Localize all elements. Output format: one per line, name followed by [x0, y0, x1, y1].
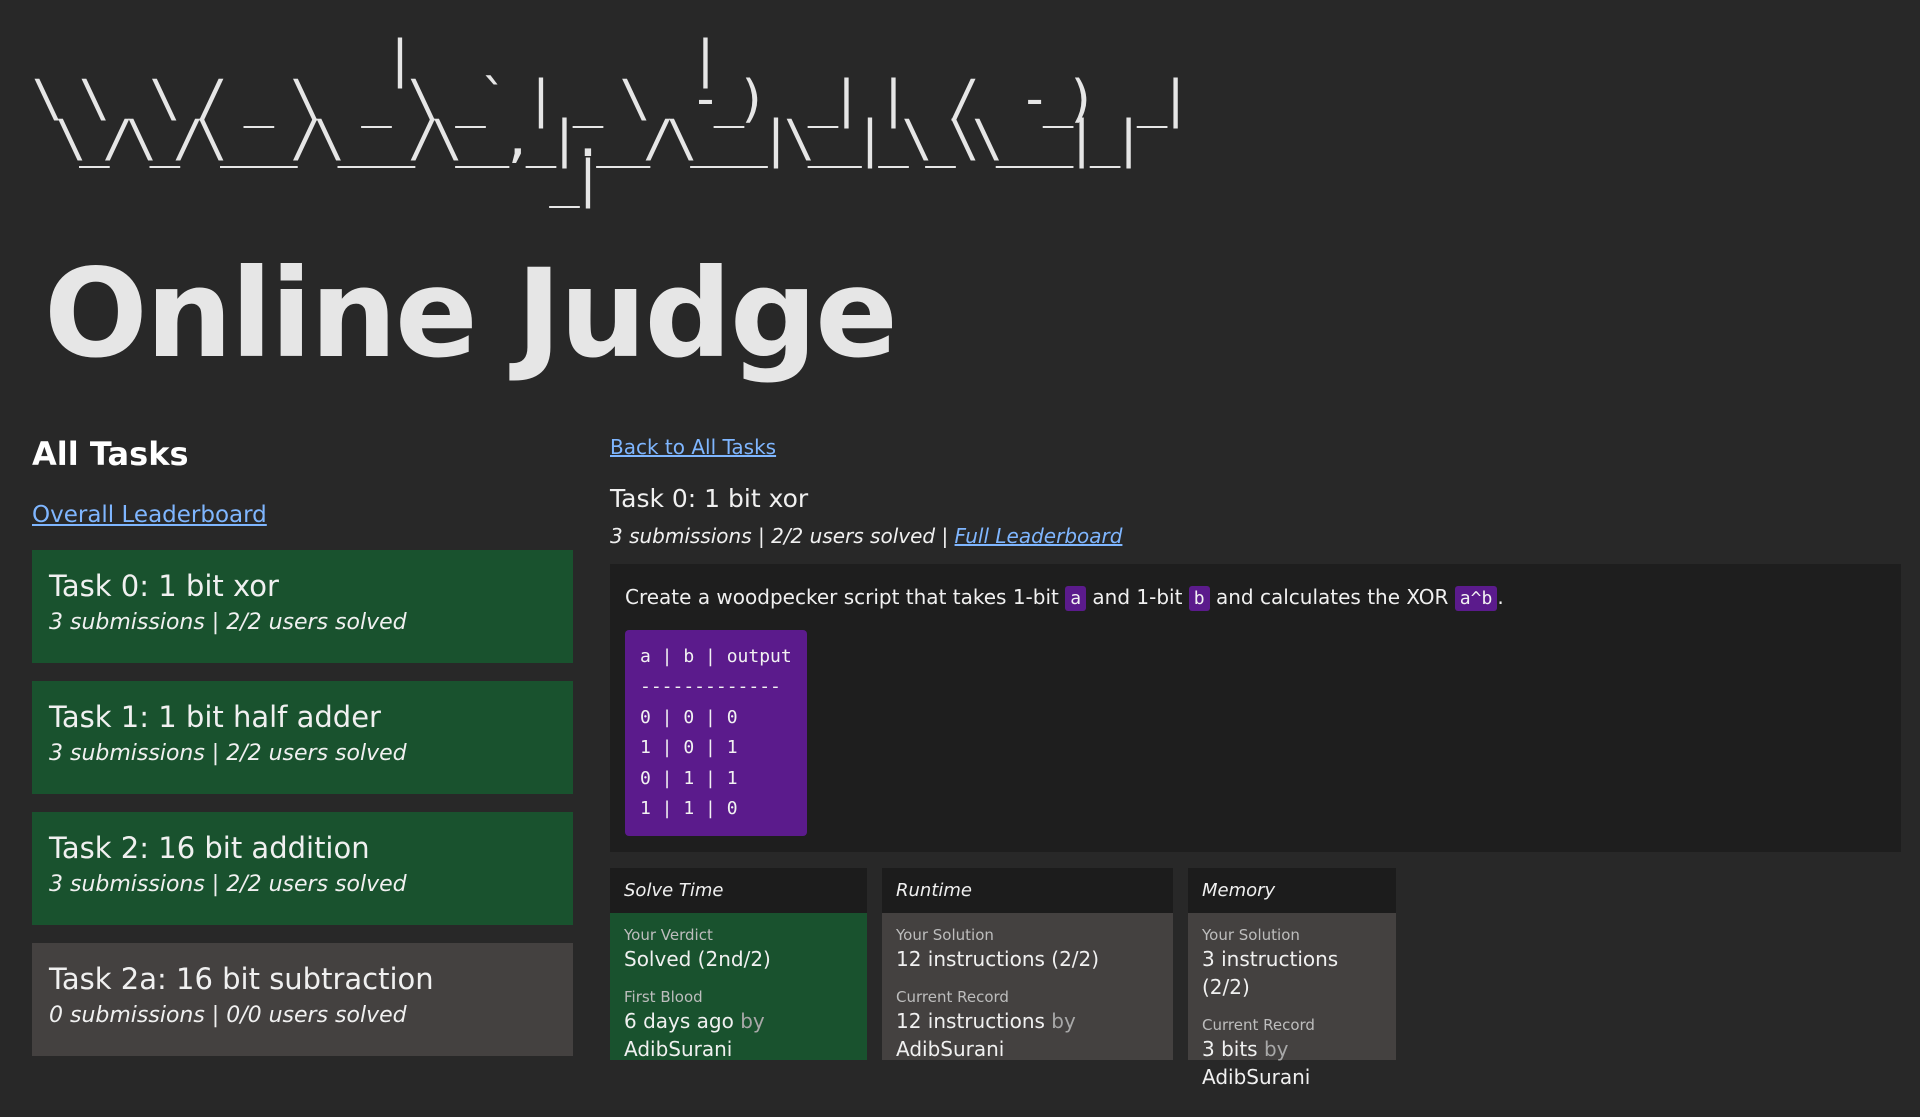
by-label: by	[740, 1009, 765, 1033]
record-user: AdibSurani	[896, 1037, 1005, 1061]
current-record-label: Current Record	[1202, 1016, 1315, 1034]
task-heading: Task 0: 1 bit xor	[610, 484, 809, 513]
current-record-value: 3 bits by AdibSurani	[1202, 1035, 1382, 1091]
runtime-card: Runtime Your Solution 12 instructions (2…	[882, 868, 1173, 1061]
record-value: 12 instructions	[896, 1009, 1045, 1033]
task-card-2a[interactable]: Task 2a: 16 bit subtraction 0 submission…	[32, 943, 573, 1056]
code-xor: a^b	[1454, 586, 1498, 611]
your-solution-label: Your Solution	[1202, 926, 1300, 944]
your-solution-value: 3 instructions (2/2)	[1202, 947, 1339, 999]
task-title: Task 2a: 16 bit subtraction	[49, 962, 434, 996]
truth-table-row: 1 | 0 | 1	[640, 737, 738, 759]
task-card-2[interactable]: Task 2: 16 bit addition 3 submissions | …	[32, 812, 573, 925]
task-description-panel: Create a woodpecker script that takes 1-…	[610, 564, 1901, 852]
task-stats: 3 submissions | 2/2 users solved | Full …	[610, 522, 1901, 550]
truth-table-row: 0 | 0 | 0	[640, 706, 738, 728]
your-verdict-value: Solved (2nd/2)	[624, 947, 771, 971]
solve-time-header: Solve Time	[610, 868, 867, 913]
code-b: b	[1188, 586, 1210, 611]
task-title: Task 1: 1 bit half adder	[49, 700, 381, 734]
record-user: AdibSurani	[1202, 1065, 1311, 1089]
desc-text-1: Create a woodpecker script that takes 1-…	[625, 585, 1066, 609]
desc-text-3: and calculates the XOR	[1209, 585, 1455, 609]
overall-leaderboard-link[interactable]: Overall Leaderboard	[32, 500, 267, 530]
memory-header: Memory	[1188, 868, 1396, 913]
solve-time-card: Solve Time Your Verdict Solved (2nd/2) F…	[610, 868, 867, 1063]
task-title: Task 2: 16 bit addition	[49, 831, 370, 865]
task-meta: 3 submissions | 2/2 users solved	[49, 741, 407, 766]
ascii-logo: | | \ \ \ / _ \ _ \ _` | _ \ -_) _| | / …	[32, 30, 1191, 209]
first-blood-user: AdibSurani	[624, 1037, 733, 1061]
record-value: 3 bits	[1202, 1037, 1258, 1061]
task-detail: Back to All Tasks Task 0: 1 bit xor 3 su…	[610, 432, 1901, 1089]
task-card-0[interactable]: Task 0: 1 bit xor 3 submissions | 2/2 us…	[32, 550, 573, 663]
your-verdict-label: Your Verdict	[624, 926, 713, 944]
task-meta: 3 submissions | 2/2 users solved	[49, 872, 407, 897]
solve-time-body: Your Verdict Solved (2nd/2) First Blood …	[610, 913, 867, 1063]
by-label: by	[1263, 1037, 1289, 1061]
all-tasks-heading: All Tasks	[32, 435, 189, 473]
memory-card: Memory Your Solution 3 instructions (2/2…	[1188, 868, 1396, 1089]
task-description: Create a woodpecker script that takes 1-…	[625, 582, 1886, 614]
first-blood-time: 6 days ago	[624, 1009, 734, 1033]
desc-text-4: .	[1497, 585, 1504, 609]
task-meta: 0 submissions | 0/0 users solved	[49, 1003, 407, 1028]
desc-text-2: and 1-bit	[1086, 585, 1189, 609]
stats-row: Solve Time Your Verdict Solved (2nd/2) F…	[610, 868, 1901, 1089]
truth-table-separator: -------------	[640, 676, 781, 698]
memory-body: Your Solution 3 instructions (2/2) Curre…	[1188, 913, 1396, 1117]
runtime-header: Runtime	[882, 868, 1173, 913]
site-title: Online Judge	[44, 243, 898, 385]
truth-table: a | b | output ------------- 0 | 0 | 0 1 | …	[625, 630, 807, 837]
code-a: a	[1065, 586, 1087, 611]
by-label: by	[1051, 1009, 1076, 1033]
truth-table-row: 1 | 1 | 0	[640, 798, 738, 820]
truth-table-header: a | b | output	[640, 646, 792, 667]
current-record-label: Current Record	[896, 988, 1009, 1006]
task-card-1[interactable]: Task 1: 1 bit half adder 3 submissions |…	[32, 681, 573, 794]
current-record-value: 12 instructions by AdibSurani	[896, 1007, 1159, 1063]
runtime-body: Your Solution 12 instructions (2/2) Curr…	[882, 913, 1173, 1089]
task-meta: 3 submissions | 2/2 users solved	[49, 610, 407, 635]
task-title: Task 0: 1 bit xor	[49, 569, 279, 603]
back-to-all-tasks-link[interactable]: Back to All Tasks	[610, 435, 776, 459]
first-blood-value: 6 days ago by AdibSurani	[624, 1007, 853, 1063]
full-leaderboard-link[interactable]: Full Leaderboard	[955, 524, 1123, 548]
sidebar: All Tasks Overall Leaderboard Task 0: 1 …	[32, 428, 573, 1074]
truth-table-row: 0 | 1 | 1	[640, 767, 738, 789]
task-stats-text: 3 submissions | 2/2 users solved |	[610, 524, 955, 548]
first-blood-label: First Blood	[624, 988, 703, 1006]
your-solution-label: Your Solution	[896, 926, 994, 944]
your-solution-value: 12 instructions (2/2)	[896, 947, 1100, 971]
task-list: Task 0: 1 bit xor 3 submissions | 2/2 us…	[32, 550, 573, 1056]
